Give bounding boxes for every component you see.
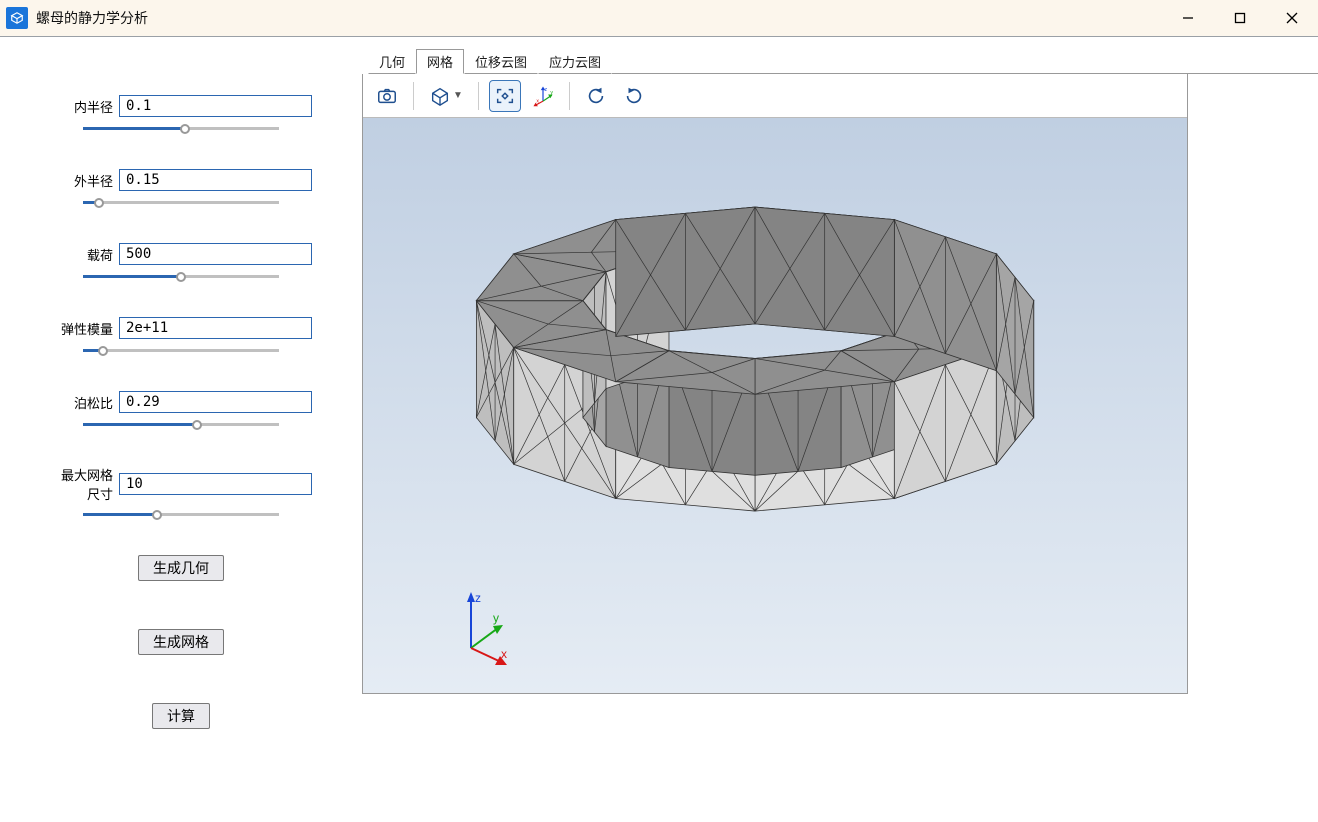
generate-geometry-button[interactable]: 生成几何 <box>138 555 224 581</box>
chevron-down-icon: ▼ <box>453 90 463 101</box>
svg-text:z: z <box>544 86 547 92</box>
param-input-elastic_mod[interactable] <box>119 317 312 339</box>
window-controls <box>1162 0 1318 36</box>
separator <box>478 82 479 110</box>
viewer-panel: ▼ z y x <box>362 74 1188 694</box>
viewer-area: 几何网格位移云图应力云图 ▼ <box>362 37 1318 822</box>
axis-x-label: x <box>501 647 507 661</box>
param-input-inner_radius[interactable] <box>119 95 312 117</box>
param-input-mesh_size[interactable] <box>119 473 312 495</box>
axis-y-label: y <box>493 611 499 625</box>
param-inner_radius: 内半径 <box>50 95 312 135</box>
axis-z-label: z <box>475 591 481 605</box>
param-label: 内半径 <box>50 97 119 116</box>
generate-mesh-button[interactable]: 生成网格 <box>138 629 224 655</box>
app-icon <box>6 7 28 29</box>
viewer-toolbar: ▼ z y x <box>363 74 1187 118</box>
param-slider-mesh_size[interactable] <box>83 509 279 519</box>
param-label: 载荷 <box>50 245 119 264</box>
window-title: 螺母的静力学分析 <box>36 8 148 28</box>
param-slider-load[interactable] <box>83 271 279 281</box>
compute-button[interactable]: 计算 <box>152 703 210 729</box>
param-outer_radius: 外半径 <box>50 169 312 209</box>
param-mesh_size: 最大网格尺寸 <box>50 465 312 521</box>
param-input-load[interactable] <box>119 243 312 265</box>
separator <box>413 82 414 110</box>
screenshot-icon[interactable] <box>371 80 403 112</box>
param-label: 外半径 <box>50 171 119 190</box>
tab-3[interactable]: 应力云图 <box>538 49 612 74</box>
param-slider-outer_radius[interactable] <box>83 197 279 207</box>
tab-strip: 几何网格位移云图应力云图 <box>362 49 1318 74</box>
param-elastic_mod: 弹性模量 <box>50 317 312 357</box>
tab-0[interactable]: 几何 <box>368 49 416 74</box>
fit-view-icon[interactable] <box>489 80 521 112</box>
param-slider-elastic_mod[interactable] <box>83 345 279 355</box>
viewport-3d[interactable]: z y x <box>363 118 1187 693</box>
param-slider-inner_radius[interactable] <box>83 123 279 133</box>
sidebar: 内半径 外半径 载荷 <box>0 37 362 822</box>
param-label: 弹性模量 <box>50 319 119 338</box>
rotate-cw-icon[interactable] <box>618 80 650 112</box>
window-close-button[interactable] <box>1266 0 1318 36</box>
param-input-poisson[interactable] <box>119 391 312 413</box>
separator <box>569 82 570 110</box>
param-slider-poisson[interactable] <box>83 419 279 429</box>
param-load: 载荷 <box>50 243 312 283</box>
window-minimize-button[interactable] <box>1162 0 1214 36</box>
window-maximize-button[interactable] <box>1214 0 1266 36</box>
param-input-outer_radius[interactable] <box>119 169 312 191</box>
svg-text:y: y <box>550 89 553 95</box>
tab-2[interactable]: 位移云图 <box>464 49 538 74</box>
svg-text:x: x <box>536 98 539 104</box>
param-label: 泊松比 <box>50 393 119 412</box>
axis-gizmo: z y x <box>443 588 513 671</box>
view-cube-icon[interactable]: ▼ <box>424 80 468 112</box>
rotate-ccw-icon[interactable] <box>580 80 612 112</box>
tab-1[interactable]: 网格 <box>416 49 464 74</box>
param-label: 最大网格尺寸 <box>50 465 119 503</box>
title-bar: 螺母的静力学分析 <box>0 0 1318 36</box>
param-poisson: 泊松比 <box>50 391 312 431</box>
axis-toggle-icon[interactable]: z y x <box>527 80 559 112</box>
